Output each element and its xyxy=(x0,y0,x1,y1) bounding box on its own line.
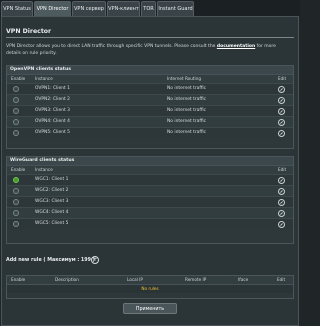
title-divider xyxy=(6,37,294,38)
add-rule-button[interactable]: + xyxy=(91,256,99,264)
table-header: Enable Instance Internet Routing Edit xyxy=(7,74,293,83)
enable-toggle[interactable] xyxy=(13,221,19,227)
col-iface: Iface xyxy=(238,277,249,282)
routing-value: No internet traffic xyxy=(167,86,206,91)
col-edit: Edit xyxy=(278,167,287,172)
no-rules-message: No rules xyxy=(7,284,293,293)
instance-name: OVPN3: Client 3 xyxy=(35,108,70,113)
rules-table: Enable Description Local IP Remote IP If… xyxy=(6,275,294,299)
section-title: OpenVPN clients status xyxy=(7,66,293,74)
enable-toggle[interactable] xyxy=(13,199,19,205)
table-row: WGC3: Client 3 xyxy=(7,196,293,207)
edit-icon[interactable] xyxy=(278,176,285,184)
edit-icon[interactable] xyxy=(278,187,285,195)
instance-name: WGC2: Client 2 xyxy=(35,188,69,193)
instance-name: OVPN4: Client 4 xyxy=(35,119,70,124)
enable-toggle[interactable] xyxy=(13,97,19,103)
instance-name: OVPN1: Client 1 xyxy=(35,86,70,91)
enable-toggle[interactable] xyxy=(13,86,19,92)
tab-bar: VPN Status VPN Director VPN сервер VPN-к… xyxy=(0,0,300,16)
tab-tor[interactable]: TOR xyxy=(141,1,156,16)
apply-button[interactable]: Применить xyxy=(123,303,177,314)
table-header: Enable Description Local IP Remote IP If… xyxy=(7,276,293,284)
edit-icon[interactable] xyxy=(278,129,285,137)
enable-toggle[interactable] xyxy=(13,188,19,194)
table-row: OVPN3: Client 3 No internet traffic xyxy=(7,105,293,116)
instance-name: OVPN2: Client 2 xyxy=(35,97,70,102)
tab-vpn-client[interactable]: VPN-клиент xyxy=(107,1,140,16)
routing-value: No internet traffic xyxy=(167,108,206,113)
edit-icon[interactable] xyxy=(278,198,285,206)
tab-instant-guard[interactable]: Instant Guard xyxy=(157,1,194,16)
routing-value: No internet traffic xyxy=(167,130,206,135)
col-internet-routing: Internet Routing xyxy=(167,76,202,81)
instance-name: WGC1: Client 1 xyxy=(35,177,69,182)
wireguard-rows: WGC1: Client 1 WGC2: Client 2 WGC3: Clie… xyxy=(7,174,293,229)
table-row: WGC1: Client 1 xyxy=(7,174,293,185)
openvpn-clients-section: OpenVPN clients status Enable Instance I… xyxy=(6,65,294,149)
instance-name: OVPN5: Client 5 xyxy=(35,130,70,135)
enable-toggle[interactable] xyxy=(13,130,19,136)
col-enable: Enable xyxy=(11,76,26,81)
col-description: Description xyxy=(55,277,79,282)
col-edit: Edit xyxy=(277,277,286,282)
openvpn-rows: OVPN1: Client 1 No internet traffic OVPN… xyxy=(7,83,293,138)
edit-icon[interactable] xyxy=(278,209,285,217)
enable-toggle[interactable] xyxy=(13,119,19,125)
col-enable: Enable xyxy=(11,167,26,172)
edit-icon[interactable] xyxy=(278,107,285,115)
table-row: OVPN1: Client 1 No internet traffic xyxy=(7,83,293,94)
col-edit: Edit xyxy=(278,76,287,81)
edit-icon[interactable] xyxy=(278,118,285,126)
tab-vpn-status[interactable]: VPN Status xyxy=(1,1,33,16)
routing-value: No internet traffic xyxy=(167,97,206,102)
wireguard-clients-section: WireGuard clients status Enable Instance… xyxy=(6,156,294,244)
instance-name: WGC4: Client 4 xyxy=(35,210,69,215)
instance-name: WGC3: Client 3 xyxy=(35,199,69,204)
page-title: VPN Director xyxy=(6,28,52,35)
add-rule-label: Add new rule ( Максимум : 199 ) xyxy=(6,258,95,263)
instance-name: WGC5: Client 5 xyxy=(35,221,69,226)
table-row: OVPN2: Client 2 No internet traffic xyxy=(7,94,293,105)
enable-toggle[interactable] xyxy=(13,108,19,114)
col-instance: Instance xyxy=(35,76,53,81)
documentation-link[interactable]: documentation xyxy=(217,44,255,49)
description-text: VPN Director allows you to direct LAN tr… xyxy=(6,44,216,49)
table-row: OVPN5: Client 5 No internet traffic xyxy=(7,127,293,138)
tab-vpn-director[interactable]: VPN Director xyxy=(34,1,71,16)
section-title: WireGuard clients status xyxy=(7,157,293,165)
table-header: Enable Instance Edit xyxy=(7,165,293,174)
col-enable: Enable xyxy=(11,277,26,282)
table-row: WGC4: Client 4 xyxy=(7,207,293,218)
routing-value: No internet traffic xyxy=(167,119,206,124)
col-remote-ip: Remote IP xyxy=(185,277,207,282)
tab-vpn-server[interactable]: VPN сервер xyxy=(72,1,106,16)
enable-toggle[interactable] xyxy=(13,210,19,216)
col-instance: Instance xyxy=(35,167,53,172)
enable-toggle[interactable] xyxy=(13,177,19,183)
table-row: WGC2: Client 2 xyxy=(7,185,293,196)
edit-icon[interactable] xyxy=(278,220,285,228)
table-row: WGC5: Client 5 xyxy=(7,218,293,229)
table-row: OVPN4: Client 4 No internet traffic xyxy=(7,116,293,127)
edit-icon[interactable] xyxy=(278,96,285,104)
col-local-ip: Local IP xyxy=(127,277,143,282)
edit-icon[interactable] xyxy=(278,85,285,93)
page-description: VPN Director allows you to direct LAN tr… xyxy=(6,43,292,57)
